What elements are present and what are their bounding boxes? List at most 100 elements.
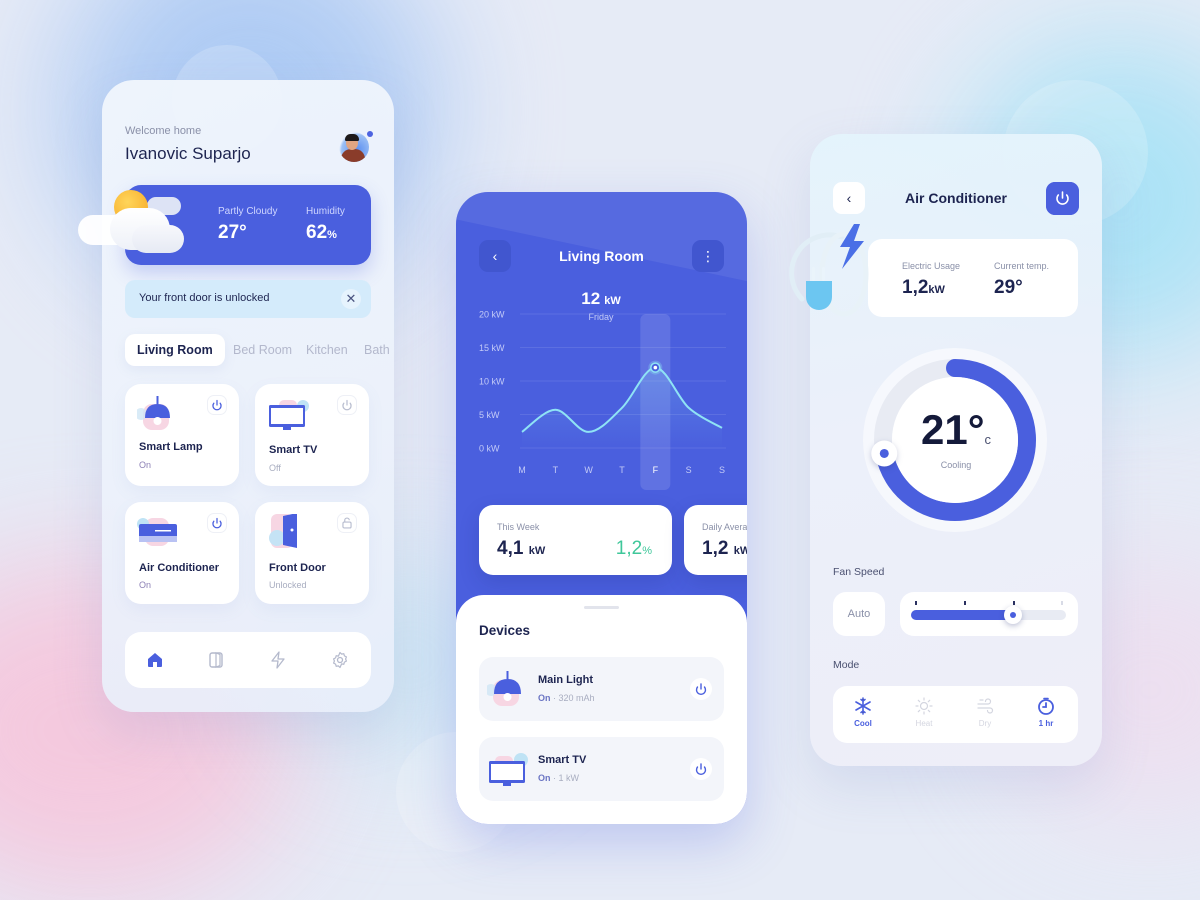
mode-selector: Cool Heat Dry 1 hr: [833, 686, 1078, 743]
stat-value: 4,1 kW: [497, 538, 546, 559]
device-name: Main Light: [538, 674, 593, 686]
device-name: Smart TV: [269, 444, 318, 456]
fan-speed-label: Fan Speed: [833, 566, 885, 578]
x-tick-label: W: [584, 465, 593, 475]
more-vertical-icon: ⋮: [701, 248, 715, 264]
device-name: Smart Lamp: [139, 441, 203, 453]
highlight-value: 12 kW: [581, 289, 621, 308]
fan-auto-button[interactable]: Auto: [833, 592, 885, 636]
mode-dry[interactable]: Dry: [965, 696, 1005, 728]
air-conditioner-screen: ‹ Air Conditioner Electric Usage 1,2kW C…: [789, 134, 1102, 766]
x-tick-label: T: [553, 465, 559, 475]
more-button[interactable]: ⋮: [692, 240, 724, 272]
mode-label: Mode: [833, 659, 860, 671]
device-name: Front Door: [269, 562, 326, 574]
gear-icon[interactable]: [330, 650, 350, 670]
plug-lightning-icon: [789, 224, 869, 317]
device-card-air-conditioner[interactable]: Air Conditioner On: [125, 502, 239, 604]
notification-dot: [367, 131, 373, 137]
device-state: On: [139, 460, 152, 470]
fan-speed-slider[interactable]: [900, 592, 1078, 636]
device-meta: On · 320 mAh: [538, 693, 595, 703]
usage-card: Electric Usage 1,2kW Current temp. 29°: [868, 239, 1078, 317]
power-icon[interactable]: [337, 395, 357, 415]
device-card-front-door[interactable]: Front Door Unlocked: [255, 502, 369, 604]
snowflake-icon: [855, 697, 871, 715]
greeting: Welcome home: [125, 125, 202, 137]
device-row-main-light[interactable]: Main Light On · 320 mAh: [479, 657, 724, 721]
current-temp-label: Current temp.: [994, 261, 1050, 271]
device-meta: On · 1 kW: [538, 773, 580, 783]
humidity-value: 62%: [306, 222, 337, 243]
mode-cool[interactable]: Cool: [843, 696, 883, 728]
device-name: Smart TV: [538, 754, 587, 766]
wind-icon: [977, 698, 994, 714]
tab-bath[interactable]: Bath: [364, 334, 390, 366]
tab-kitchen[interactable]: Kitchen: [306, 334, 348, 366]
device-name: Air Conditioner: [139, 562, 220, 574]
stat-label: Daily Average: [702, 522, 747, 532]
x-tick-label: T: [619, 465, 625, 475]
avatar[interactable]: [339, 132, 369, 162]
power-icon[interactable]: [207, 513, 227, 533]
mode-heat[interactable]: Heat: [904, 696, 944, 728]
home-screen: Welcome home Ivanovic Suparjo Partly Clo…: [78, 80, 395, 712]
tv-icon: [269, 400, 309, 430]
door-alert: Your front door is unlocked ✕: [125, 280, 371, 318]
weather-temperature: 27°: [218, 222, 247, 243]
power-icon[interactable]: [690, 758, 712, 780]
current-temp-value: 29°: [994, 277, 1023, 298]
close-icon[interactable]: ✕: [341, 289, 361, 309]
y-tick-label: 10 kW: [479, 377, 505, 387]
set-temperature: 21°c: [920, 406, 991, 453]
power-button[interactable]: [1046, 182, 1079, 215]
energy-chart: 0 kW 5 kW 10 kW 15 kW 20 kW M T W T F S S 12 kW Friday: [479, 289, 726, 490]
door-icon[interactable]: [206, 650, 226, 670]
humidity-label: Humidity: [306, 206, 345, 217]
unlock-icon[interactable]: [337, 513, 357, 533]
sheet-handle[interactable]: [584, 606, 619, 609]
devices-heading: Devices: [479, 623, 531, 638]
y-tick-label: 5 kW: [479, 410, 500, 420]
stat-card-this-week: This Week 4,1 kW 1,2%: [479, 505, 672, 575]
power-icon[interactable]: [690, 678, 712, 700]
alert-text: Your front door is unlocked: [139, 292, 270, 304]
stat-change: 1,2%: [615, 538, 652, 559]
tab-bed-room[interactable]: Bed Room: [233, 334, 292, 366]
highlight-day: Friday: [588, 312, 614, 322]
sun-icon: [915, 697, 933, 715]
energy-screen: ‹ Living Room ⋮ 0 kW 5 kW 10 kW 15 kW 20 kW M…: [456, 192, 747, 824]
lamp-icon: [137, 396, 170, 430]
device-state: Off: [269, 463, 281, 473]
x-tick-label: S: [686, 465, 692, 475]
electric-usage-value: 1,2kW: [902, 277, 945, 298]
x-tick-label: S: [719, 465, 725, 475]
user-name: Ivanovic Suparjo: [125, 144, 251, 163]
y-tick-label: 0 kW: [479, 444, 500, 454]
device-row-smart-tv[interactable]: Smart TV On · 1 kW: [479, 737, 724, 801]
tab-living-room[interactable]: Living Room: [125, 334, 225, 366]
lightning-icon[interactable]: [268, 650, 288, 670]
devices-sheet: Devices Main Light On · 320 mAh Smart TV…: [456, 595, 747, 824]
slider-fill: [911, 610, 1014, 620]
timer-icon: [1038, 697, 1054, 715]
stat-card-daily-average: Daily Average 1,2 kW: [684, 505, 747, 575]
bottom-nav: [125, 632, 371, 688]
door-icon: [269, 514, 297, 548]
device-state: Unlocked: [269, 580, 307, 590]
slider-thumb[interactable]: [1004, 606, 1023, 624]
mode-timer[interactable]: 1 hr: [1026, 696, 1066, 728]
device-card-smart-lamp[interactable]: Smart Lamp On: [125, 384, 239, 486]
x-tick-label: F: [653, 465, 659, 475]
slider-track[interactable]: [911, 606, 1066, 624]
y-tick-label: 20 kW: [479, 310, 505, 320]
stat-label: This Week: [497, 522, 540, 532]
weather-condition: Partly Cloudy: [218, 206, 278, 217]
y-tick-label: 15 kW: [479, 343, 505, 353]
device-card-smart-tv[interactable]: Smart TV Off: [255, 384, 369, 486]
tv-icon: [489, 753, 528, 786]
power-icon[interactable]: [207, 395, 227, 415]
electric-usage-label: Electric Usage: [902, 261, 961, 271]
home-icon[interactable]: [145, 650, 165, 670]
room-tabs: Living Room Bed Room Kitchen Bath: [125, 334, 395, 366]
